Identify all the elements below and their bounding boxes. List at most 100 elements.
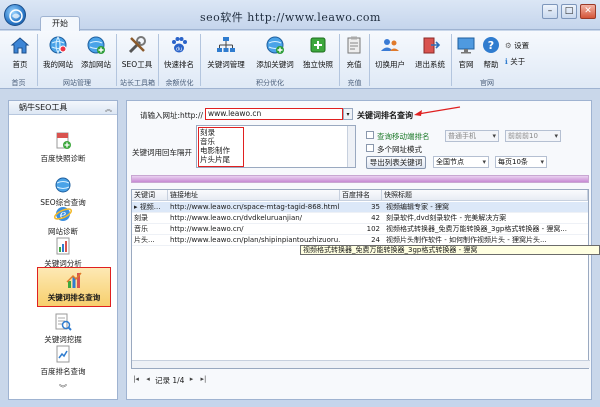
cell-keyword-text: 视频... — [139, 203, 161, 211]
seo-tools-button[interactable]: SEO工具 — [119, 33, 155, 75]
group-label-points: 积分优化 — [256, 79, 284, 87]
url-label: 请输入网址:http:// — [140, 111, 204, 120]
sidebar-item-label: 百度排名查询 — [40, 367, 86, 376]
home-button[interactable]: 首页 — [6, 33, 34, 75]
tab-start[interactable]: 开始 — [40, 16, 80, 31]
snapshot-button[interactable]: 独立快照 — [300, 33, 336, 75]
group-label-home: 首页 — [11, 79, 26, 87]
url-input[interactable]: www.leawo.cn — [205, 108, 343, 120]
quick-rank-button[interactable]: du 快速排名 — [161, 33, 197, 75]
multi-site-checkbox[interactable] — [366, 144, 374, 152]
mobile-rank-checkbox[interactable] — [366, 131, 374, 139]
stats-doc-icon — [56, 345, 70, 363]
sidebar-header[interactable]: 蜗牛SEO工具 ︽ — [9, 101, 117, 115]
exit-button[interactable]: 退出系统 — [412, 33, 448, 75]
sidebar-item-keyword-mining[interactable]: 关键词挖掘 — [9, 312, 117, 345]
sidebar-item-keyword-rank[interactable]: 关键词排名查询 — [37, 267, 111, 307]
cell-keyword: ▸ 视频... — [132, 202, 168, 213]
keyword-line: 电影制作 — [200, 146, 230, 155]
sidebar-item-baidu-rank[interactable]: 百度排名查询 — [9, 344, 117, 377]
add-keyword-button[interactable]: 添加关键词 — [252, 33, 298, 75]
my-sites-label: 我的网站 — [43, 60, 73, 69]
group-label-website: 官网 — [480, 79, 494, 87]
home-icon — [10, 37, 30, 54]
table-horizontal-scrollbar[interactable] — [132, 360, 590, 368]
per-page-select[interactable]: 每页10条 — [495, 156, 547, 168]
group-label-site-manage: 网站管理 — [63, 79, 91, 87]
column-header-keyword[interactable]: 关键词 — [132, 190, 168, 201]
svg-text:du: du — [176, 47, 182, 53]
cell-url: http://www.leawo.cn/dvdkeluruanjian/ — [170, 214, 303, 222]
sidebar-item-site-diagnosis[interactable]: e 网站诊断 — [9, 204, 117, 237]
sidebar-scroll-down-icon[interactable]: ︾ — [59, 383, 67, 394]
keyword-label: 关键词用回车隔开 — [132, 148, 192, 157]
add-globe-icon — [87, 36, 105, 54]
keyword-manage-button[interactable]: 关键词管理 — [203, 33, 249, 75]
svg-text:?: ? — [488, 39, 494, 52]
info-icon: ℹ — [505, 57, 508, 66]
snapshot-label: 独立快照 — [303, 60, 333, 69]
settings-button[interactable]: ⚙ 设置 — [505, 40, 529, 51]
about-label: 关于 — [510, 57, 526, 66]
exit-icon — [423, 37, 441, 54]
next-page-icon[interactable]: ▸ — [186, 375, 196, 385]
column-header-title[interactable]: 快照标题 — [382, 190, 588, 201]
table-row[interactable]: 音乐 http://www.leawo.cn/ 102 视频格式转换器_免费万能… — [132, 224, 588, 235]
cell-rank: 35 — [371, 203, 380, 211]
gear-icon: ⚙ — [505, 41, 512, 50]
help-button[interactable]: ? 帮助 — [480, 33, 502, 75]
pager: |◂ ◂ 记录 1/4 ▸ ▸| — [131, 373, 208, 387]
sidebar-item-keyword-analysis[interactable]: 关键词分析 — [9, 236, 117, 269]
multi-site-label: 多个网址模式 — [377, 145, 422, 154]
last-page-icon[interactable]: ▸| — [198, 375, 208, 385]
cell-title: 刻录软件,dvd刻录软件 - 完美解决方案 — [386, 214, 507, 222]
node-select[interactable]: 全国节点 — [433, 156, 489, 168]
keyword-line: 刻录 — [200, 128, 215, 137]
cell-url: http://www.leawo.cn/space-mtag-tagid-868… — [170, 203, 340, 211]
annotation-arrow — [414, 106, 461, 116]
minimize-button[interactable]: – — [542, 4, 558, 19]
keyword-scrollbar[interactable] — [347, 126, 355, 167]
my-sites-button[interactable]: 我的网站 — [40, 33, 76, 75]
close-button[interactable]: ✕ — [580, 4, 596, 19]
add-site-button[interactable]: 添加网站 — [78, 33, 114, 75]
keyword-manage-label: 关键词管理 — [207, 60, 245, 69]
first-page-icon[interactable]: |◂ — [131, 375, 141, 385]
cell-url: http://www.leawo.cn/ — [170, 225, 244, 233]
column-header-url[interactable]: 链接地址 — [168, 190, 340, 201]
website-button[interactable]: 官网 — [454, 33, 478, 75]
cell-rank: 102 — [366, 225, 380, 233]
prev-page-icon[interactable]: ◂ — [143, 375, 153, 385]
switch-user-button[interactable]: 切换用户 — [372, 33, 408, 75]
globe-search-icon — [55, 177, 71, 193]
seo-tools-label: SEO工具 — [121, 60, 153, 69]
maximize-button[interactable]: □ — [561, 4, 577, 19]
clipboard-icon — [347, 36, 361, 54]
phone-type-select[interactable]: 普通手机 — [445, 130, 499, 142]
group-label-toolbox: 站长工具箱 — [120, 79, 155, 87]
monitor-icon — [457, 37, 475, 54]
cell-rank: 42 — [371, 214, 380, 222]
sidebar-item-label: 百度快照诊断 — [40, 154, 86, 163]
sidebar-item-snapshot-diagnosis[interactable]: 百度快照诊断 — [9, 131, 117, 164]
keyword-textarea[interactable]: 刻录 音乐 电影制作 片头片尾 — [196, 125, 356, 168]
cell-title: 视频编辑专家 - 狸窝 — [386, 203, 449, 211]
app-menu-button[interactable] — [4, 4, 26, 26]
ribbon-toolbar: 首页 我的网站 添加网站 SEO工具 du 快速排名 关键词管理 添加关键词 独… — [0, 31, 600, 89]
title-bar: 开始 seo软件 http://www.leawo.com – □ ✕ — [0, 0, 600, 31]
add-keyword-label: 添加关键词 — [256, 60, 294, 69]
chevron-up-icon[interactable]: ︽ — [105, 103, 112, 116]
globe-icon — [49, 36, 67, 55]
chart-doc-icon — [56, 237, 70, 255]
url-dropdown-arrow[interactable]: ▾ — [343, 108, 353, 120]
table-row[interactable]: 刻录 http://www.leawo.cn/dvdkeluruanjian/ … — [132, 213, 588, 224]
top-range-select[interactable]: 前前前10 — [505, 130, 561, 142]
results-table: 关键词 链接地址 百度排名 快照标题 ▸ 视频... http://www.le… — [131, 189, 590, 369]
recharge-button[interactable]: 充值 — [342, 33, 366, 75]
export-keywords-button[interactable]: 导出列表关键词 — [366, 156, 426, 169]
column-header-rank[interactable]: 百度排名 — [340, 190, 382, 201]
about-button[interactable]: ℹ 关于 — [505, 56, 525, 67]
mobile-rank-label: 查询移动端排名 — [377, 132, 430, 141]
table-row[interactable]: ▸ 视频... http://www.leawo.cn/space-mtag-t… — [132, 202, 588, 213]
cell-keyword: 刻录 — [134, 214, 148, 222]
